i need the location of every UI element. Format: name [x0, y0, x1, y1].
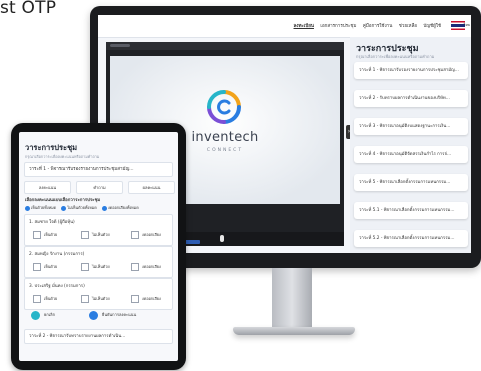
- option-disapprove[interactable]: ไม่เห็นด้วย: [81, 231, 110, 239]
- option-disapprove[interactable]: ไม่เห็นด้วย: [81, 263, 110, 271]
- option-disapprove[interactable]: ไม่เห็นด้วย: [81, 295, 110, 303]
- tablet-device: วาระการประชุม กรุณาเลือกวาระเพื่อลงคะแนน…: [11, 123, 186, 370]
- agenda-item-5-1[interactable]: วาระที่ 5.1 - พิจารณาเลือกตั้งกรรมการแทน…: [354, 202, 468, 219]
- option-approve[interactable]: เห็นด้วย: [33, 231, 57, 239]
- mode-approve-all[interactable]: เห็นด้วยทั้งหมด: [25, 205, 57, 211]
- agenda-item-1[interactable]: วาระที่ 1 - พิจารณารับรองรายงานการประชุม…: [354, 62, 468, 79]
- next-agenda-item[interactable]: วาระที่ 2 - พิจารณารับทราบรายงานผลการดำเ…: [24, 329, 173, 344]
- option-abstain[interactable]: งดออกเสียง: [131, 263, 161, 271]
- checkbox-icon: [33, 295, 41, 303]
- agenda-item-4[interactable]: วาระที่ 4 - พิจารณาอนุมัติจัดสรรเงินกำไร…: [354, 146, 468, 163]
- checkbox-icon: [33, 263, 41, 271]
- nav-register[interactable]: ลงทะเบียน: [294, 24, 314, 29]
- agenda-item-5-2[interactable]: วาระที่ 5.2 - พิจารณาเลือกตั้งกรรมการแทน…: [354, 230, 468, 247]
- tab-question[interactable]: คำถาม: [76, 181, 123, 194]
- video-toolbar: [106, 42, 344, 50]
- tablet-agenda-title: วาระการประชุม: [25, 143, 78, 152]
- mode-label: เห็นด้วยทั้งหมด: [31, 205, 57, 210]
- option-label: งดออกเสียง: [142, 232, 161, 237]
- option-label: เห็นด้วย: [44, 264, 58, 269]
- radio-icon: [25, 205, 30, 211]
- candidate-card-3: 3. ประเสริฐ มั่นคง (กรรมการ) เห็นด้วย ไม…: [24, 278, 173, 310]
- mode-label: งดออกเสียงทั้งหมด: [107, 205, 139, 210]
- candidate-name: 1. สมชาย ใจดี (ผู้ถือหุ้น): [29, 220, 75, 225]
- candidate-name: 3. ประเสริฐ มั่นคง (กรรมการ): [29, 284, 85, 289]
- tab-results[interactable]: ผลคะแนน: [128, 181, 175, 194]
- monitor-base: [233, 327, 355, 335]
- cancel-button[interactable]: ยกเลิก: [31, 308, 55, 322]
- tab-vote[interactable]: ลงคะแนน: [24, 181, 71, 194]
- selected-agenda[interactable]: วาระที่ 1 - พิจารณารับรองรายงานการประชุม…: [24, 162, 173, 177]
- confirm-icon: [89, 310, 98, 320]
- checkbox-icon: [131, 263, 139, 271]
- agenda-item-2[interactable]: วาระที่ 2 - รับทราบผลการดำเนินงานของบริษ…: [354, 90, 468, 107]
- radio-icon: [101, 205, 107, 211]
- checkbox-icon: [81, 263, 89, 271]
- option-label: งดออกเสียง: [142, 264, 161, 269]
- language-label[interactable]: ไทย: [464, 22, 470, 28]
- cancel-icon: [31, 310, 40, 320]
- checkbox-icon: [81, 231, 89, 239]
- nav-documents[interactable]: เอกสารการประชุม: [320, 24, 356, 29]
- microphone-icon[interactable]: [220, 235, 224, 242]
- top-navigation: ลงทะเบียน เอกสารการประชุม คู่มือการใช้งา…: [98, 15, 471, 38]
- checkbox-icon: [131, 295, 139, 303]
- option-label: เห็นด้วย: [44, 296, 58, 301]
- option-label: งดออกเสียง: [142, 296, 161, 301]
- option-abstain[interactable]: งดออกเสียง: [131, 295, 161, 303]
- vote-mode-options: เห็นด้วยทั้งหมด ไม่เห็นด้วยทั้งหมด งดออก…: [25, 205, 143, 211]
- checkbox-icon: [131, 231, 139, 239]
- candidate-card-2: 2. สมหญิง รักงาน (กรรมการ) เห็นด้วย ไม่เ…: [24, 246, 173, 278]
- agenda-subtitle: กรุณาเลือกวาระเพื่อลงคะแนนหรือถามคำถาม: [356, 54, 435, 59]
- submit-vote-button[interactable]: ยืนยันการลงคะแนน: [89, 308, 136, 322]
- monitor-stand: [272, 268, 312, 330]
- agenda-item-5[interactable]: วาระที่ 5 - พิจารณาเลือกตั้งกรรมการแทนกร…: [354, 174, 468, 191]
- mode-abstain-all[interactable]: งดออกเสียงทั้งหมด: [101, 205, 139, 211]
- toolbar-controls[interactable]: [110, 44, 130, 47]
- radio-icon: [61, 205, 67, 211]
- candidate-card-1: 1. สมชาย ใจดี (ผู้ถือหุ้น) เห็นด้วย ไม่เ…: [24, 214, 173, 246]
- mode-disapprove-all[interactable]: ไม่เห็นด้วยทั้งหมด: [61, 205, 97, 211]
- checkbox-icon: [81, 295, 89, 303]
- inventech-logo-icon: [207, 90, 241, 124]
- candidate-name: 2. สมหญิง รักงาน (กรรมการ): [29, 252, 85, 257]
- option-label: เห็นด้วย: [44, 232, 58, 237]
- mode-label: ไม่เห็นด้วยทั้งหมด: [67, 205, 97, 210]
- nav-manual[interactable]: คู่มือการใช้งาน: [363, 24, 392, 29]
- option-label: ไม่เห็นด้วย: [92, 296, 110, 301]
- tablet-agenda-subtitle: กรุณาเลือกวาระเพื่อลงคะแนนหรือถามคำถาม: [25, 154, 100, 159]
- submit-label: ยืนยันการลงคะแนน: [102, 312, 137, 317]
- agenda-item-3[interactable]: วาระที่ 3 - พิจารณาอนุมัติงบแสดงฐานะการเ…: [354, 118, 468, 135]
- nav-account[interactable]: บัญชีผู้ใช้: [423, 24, 441, 29]
- caption-text: st OTP: [0, 0, 57, 18]
- checkbox-icon: [33, 231, 41, 239]
- option-label: ไม่เห็นด้วย: [92, 232, 110, 237]
- tablet-screen: วาระการประชุม กรุณาเลือกวาระเพื่อลงคะแนน…: [19, 132, 178, 361]
- option-label: ไม่เห็นด้วย: [92, 264, 110, 269]
- vote-tabs: ลงคะแนน คำถาม ผลคะแนน: [24, 181, 175, 194]
- nav-help[interactable]: ช่วยเหลือ: [399, 24, 417, 29]
- vote-mode-label: เลือกลงคะแนนแบบเลือกวาระการประชุม: [25, 198, 101, 203]
- cancel-label: ยกเลิก: [44, 312, 56, 317]
- option-approve[interactable]: เห็นด้วย: [33, 295, 57, 303]
- option-abstain[interactable]: งดออกเสียง: [131, 231, 161, 239]
- agenda-panel: วาระการประชุม กรุณาเลือกวาระเพื่อลงคะแนน…: [350, 37, 471, 253]
- option-approve[interactable]: เห็นด้วย: [33, 263, 57, 271]
